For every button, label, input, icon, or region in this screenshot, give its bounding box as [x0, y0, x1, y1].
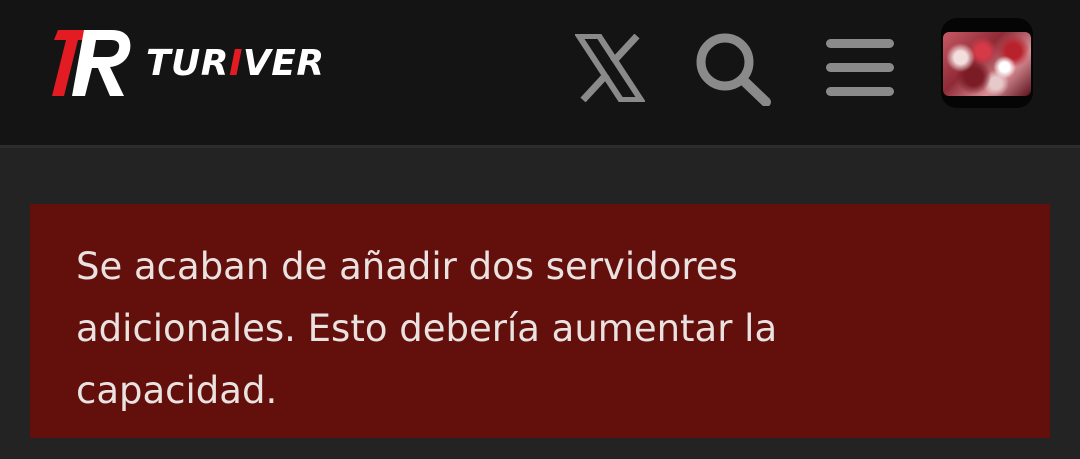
menu-icon[interactable] [820, 30, 900, 106]
brand-name-part2: VER [242, 42, 325, 84]
brand-name-accent: I [229, 42, 243, 84]
announcement-text: Se acaban de añadir dos servidores adici… [76, 245, 778, 412]
brand-wordmark: TUR I VER [146, 43, 325, 84]
avatar-image [943, 32, 1031, 96]
brand-name-part1: TUR [146, 42, 230, 84]
top-bar: TUR I VER [0, 0, 1080, 148]
site-logo[interactable]: TUR I VER [50, 28, 325, 98]
x-logo-icon[interactable] [570, 30, 650, 106]
search-icon[interactable] [692, 30, 772, 106]
user-avatar[interactable] [941, 18, 1033, 108]
turiver-logo-mark [52, 30, 131, 96]
announcement-banner: Se acaban de añadir dos servidores adici… [30, 204, 1050, 438]
